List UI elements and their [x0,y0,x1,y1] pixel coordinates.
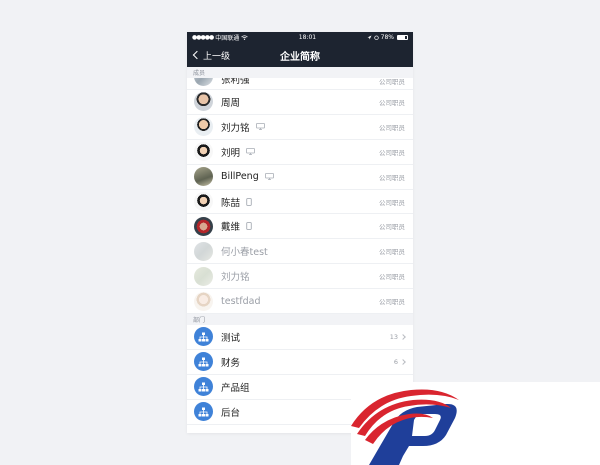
org-chart-icon [194,352,213,372]
member-role: 公司职员 [379,98,405,107]
member-name: testfdad [221,295,261,307]
brand-logo [351,382,600,465]
status-bar: ●●●●● 中国联通 18:01 78% [187,32,413,43]
member-row[interactable]: 张利强 公司职员 [187,78,413,90]
page-title: 企业简称 [280,51,320,63]
back-button[interactable]: 上一级 [191,43,230,67]
phone-screen: ●●●●● 中国联通 18:01 78% 上一级 企业简称 成员 张利强 公司职… [187,32,413,433]
member-row[interactable]: BillPeng 公司职员 [187,164,413,190]
member-row[interactable]: 戴维 公司职员 [187,214,413,240]
member-role: 公司职员 [379,298,405,307]
avatar [194,117,213,137]
department-count: 13 [389,332,406,341]
chevron-left-icon [192,50,202,60]
member-row[interactable]: 刘力铭 公司职员 [187,114,413,140]
member-role: 公司职员 [379,273,405,282]
avatar [194,142,213,162]
member-name: 何小春test [221,247,268,259]
avatar [194,192,213,211]
carrier-label: 中国联通 [215,35,240,42]
member-name: 陈喆 [221,197,241,209]
member-row[interactable]: 周周 公司职员 [187,90,413,115]
member-role: 公司职员 [379,248,405,257]
desktop-icon [255,123,265,131]
avatar [194,216,213,236]
member-name: 刘明 [221,147,241,159]
department-name: 财务 [221,357,241,369]
battery-icon [397,35,408,40]
department-row[interactable]: 财务 6 [187,349,413,375]
battery-percent: 78% [380,34,394,41]
org-chart-icon [194,327,213,347]
department-name: 后台 [221,407,241,419]
org-chart-icon [194,377,213,397]
chevron-right-icon [400,334,406,340]
mobile-icon [246,197,252,206]
member-name: 戴维 [221,222,241,234]
departments-section-header: 部门 [187,314,413,326]
member-name: BillPeng [221,171,259,183]
member-row[interactable]: 刘明 公司职员 [187,139,413,165]
logo-mark-icon [351,389,459,465]
org-chart-icon [194,402,213,422]
member-role: 公司职员 [379,123,405,132]
department-row[interactable]: 测试 13 [187,325,413,350]
desktop-icon [264,173,274,181]
department-name: 测试 [221,332,241,344]
alarm-icon [374,35,379,40]
department-count-value: 6 [393,357,398,366]
location-icon [367,35,372,40]
member-name: 刘力铭 [221,122,250,134]
department-name: 产品组 [221,382,250,394]
member-row[interactable]: 何小春test 公司职员 [187,239,413,265]
member-role: 公司职员 [379,173,405,182]
member-role: 公司职员 [379,198,405,207]
member-name: 张利强 [221,78,250,86]
member-role: 公司职员 [379,148,405,157]
department-count-value: 13 [389,332,398,341]
desktop-icon [246,148,255,156]
department-count: 6 [393,357,406,366]
wifi-icon [241,35,248,40]
member-row[interactable]: 刘力铭 公司职员 [187,264,413,290]
avatar [194,92,213,112]
chevron-right-icon [400,359,406,365]
avatar [194,266,213,286]
member-role: 公司职员 [379,78,405,86]
clock: 18:01 [298,34,317,41]
avatar [194,78,213,86]
member-name: 周周 [221,97,241,109]
member-row[interactable]: testfdad 公司职员 [187,289,413,315]
avatar [194,167,213,187]
back-button-label: 上一级 [203,51,231,62]
navigation-bar: 上一级 企业简称 [187,43,413,67]
member-name: 刘力铭 [221,272,250,284]
avatar [194,291,213,311]
avatar [194,241,213,261]
member-role: 公司职员 [379,223,405,232]
mobile-icon [246,222,252,231]
members-section-header: 成员 [187,67,413,78]
member-row[interactable]: 陈喆 公司职员 [187,189,413,215]
signal-icon: ●●●●● [192,34,214,41]
